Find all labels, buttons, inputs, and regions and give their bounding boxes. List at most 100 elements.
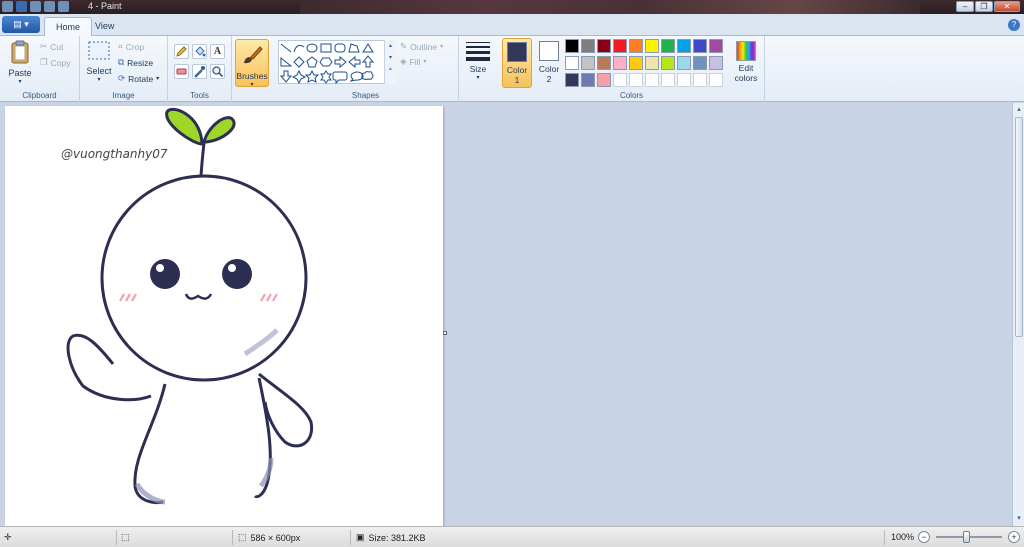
vertical-scrollbar[interactable]: ▴ ▾: [1012, 103, 1024, 526]
up-arrow-shape-icon[interactable]: [361, 55, 375, 68]
down-arrow-shape-icon[interactable]: [279, 70, 293, 83]
rounded-callout-shape-icon[interactable]: [332, 71, 348, 85]
palette-swatch[interactable]: [645, 73, 659, 87]
palette-swatch[interactable]: [565, 73, 579, 87]
diamond-shape-icon[interactable]: [293, 56, 305, 68]
crop-button[interactable]: ⌗ Crop: [118, 41, 144, 52]
palette-swatch[interactable]: [629, 39, 643, 53]
palette-swatch[interactable]: [613, 39, 627, 53]
palette-swatch[interactable]: [581, 39, 595, 53]
edit-colors-button[interactable]: Edit colors: [731, 38, 761, 88]
rectangle-shape-icon[interactable]: [320, 43, 332, 53]
four-point-star-shape-icon[interactable]: [291, 69, 307, 85]
palette-swatch[interactable]: [709, 73, 723, 87]
palette-swatch[interactable]: [613, 73, 627, 87]
minimize-button[interactable]: ‒: [956, 1, 974, 12]
canvas-workspace[interactable]: @vuongthanhy07: [0, 103, 1012, 526]
left-arrow-shape-icon[interactable]: [348, 55, 361, 69]
palette-swatch[interactable]: [597, 73, 611, 87]
scroll-up-icon[interactable]: ▴: [1015, 106, 1023, 114]
palette-swatch[interactable]: [709, 39, 723, 53]
right-triangle-shape-icon[interactable]: [280, 56, 293, 67]
color-picker-icon[interactable]: [192, 64, 207, 79]
polygon-shape-icon[interactable]: [348, 43, 360, 53]
pentagon-shape-icon[interactable]: [306, 56, 318, 68]
drawing-canvas[interactable]: @vuongthanhy07: [5, 106, 443, 526]
palette-swatch[interactable]: [661, 56, 675, 70]
five-point-star-shape-icon[interactable]: [304, 69, 320, 83]
save-icon[interactable]: [16, 1, 27, 12]
palette-swatch[interactable]: [629, 56, 643, 70]
help-icon[interactable]: ?: [1008, 19, 1020, 31]
color1-button[interactable]: Color 1: [502, 38, 532, 88]
copy-button[interactable]: ❐ Copy: [40, 57, 70, 68]
hexagon-shape-icon[interactable]: [319, 57, 333, 67]
canvas-resize-handle[interactable]: [443, 331, 447, 335]
redo-icon[interactable]: [44, 1, 55, 12]
undo-icon[interactable]: [30, 1, 41, 12]
resize-button[interactable]: ⧉ Resize: [118, 57, 153, 68]
palette-swatch[interactable]: [661, 73, 675, 87]
curve-shape-icon[interactable]: [293, 44, 305, 53]
palette-swatch[interactable]: [645, 56, 659, 70]
oval-callout-shape-icon[interactable]: [349, 71, 364, 82]
palette-swatch[interactable]: [597, 56, 611, 70]
outline-button[interactable]: ✎ Outline ▾: [400, 41, 443, 52]
fill-bucket-icon[interactable]: [192, 44, 207, 59]
zoom-in-button[interactable]: +: [1008, 531, 1020, 543]
select-button[interactable]: Select ▾: [85, 40, 113, 83]
eraser-icon[interactable]: [174, 64, 189, 79]
palette-swatch[interactable]: [565, 56, 579, 70]
palette-swatch[interactable]: [709, 56, 723, 70]
palette-swatch[interactable]: [645, 39, 659, 53]
signature-text: @vuongthanhy07: [61, 147, 168, 161]
tab-view[interactable]: View: [84, 17, 125, 36]
color2-button[interactable]: Color 2: [534, 38, 564, 88]
palette-swatch[interactable]: [677, 56, 691, 70]
palette-swatch[interactable]: [693, 39, 707, 53]
right-eye: [222, 259, 252, 289]
paint-app-icon[interactable]: [2, 1, 13, 12]
palette-swatch[interactable]: [581, 73, 595, 87]
zoom-slider-thumb[interactable]: [963, 531, 970, 543]
text-tool-icon[interactable]: A: [210, 44, 225, 59]
triangle-shape-icon[interactable]: [362, 43, 374, 53]
palette-swatch[interactable]: [597, 39, 611, 53]
restore-button[interactable]: ❐: [975, 1, 993, 12]
line-shape-icon[interactable]: [280, 43, 292, 53]
customize-quick-access-icon[interactable]: [58, 1, 69, 12]
chevron-down-icon[interactable]: ▾: [385, 52, 396, 64]
palette-swatch[interactable]: [661, 39, 675, 53]
paste-button[interactable]: Paste ▾: [6, 40, 34, 85]
palette-swatch[interactable]: [693, 56, 707, 70]
six-point-star-shape-icon[interactable]: [320, 70, 332, 84]
oval-shape-icon[interactable]: [306, 43, 318, 53]
title-bar: 4 - Paint ‒ ❐ ✕: [0, 0, 1024, 14]
right-arrow-shape-icon[interactable]: [334, 55, 347, 69]
brushes-button[interactable]: Brushes ▾: [235, 39, 269, 88]
palette-swatch[interactable]: [629, 73, 643, 87]
palette-swatch[interactable]: [677, 39, 691, 53]
rounded-rectangle-shape-icon[interactable]: [334, 43, 346, 53]
palette-swatch[interactable]: [693, 73, 707, 87]
scroll-down-icon[interactable]: ▾: [1015, 515, 1023, 523]
selection-size-icon: ⬚: [121, 532, 130, 542]
expand-gallery-icon[interactable]: ⩡: [385, 64, 396, 76]
palette-swatch[interactable]: [613, 56, 627, 70]
pencil-icon[interactable]: [174, 44, 189, 59]
scrollbar-thumb[interactable]: [1015, 117, 1023, 337]
chevron-down-icon: ▾: [18, 79, 22, 85]
shapes-gallery-scrollbar[interactable]: ▴ ▾ ⩡: [384, 40, 396, 84]
palette-swatch[interactable]: [565, 39, 579, 53]
size-button[interactable]: Size ▾: [462, 38, 494, 88]
zoom-out-button[interactable]: −: [918, 531, 930, 543]
chevron-up-icon[interactable]: ▴: [385, 40, 396, 52]
palette-swatch[interactable]: [581, 56, 595, 70]
palette-swatch[interactable]: [677, 73, 691, 87]
rotate-button[interactable]: ⟳ Rotate ▾: [118, 73, 159, 84]
fill-button[interactable]: ◈ Fill ▾: [400, 56, 426, 67]
close-button[interactable]: ✕: [994, 1, 1020, 12]
paint-menu-button[interactable]: ▤ ▾: [2, 16, 40, 33]
cut-button[interactable]: ✂ Cut: [40, 41, 63, 52]
magnifier-icon[interactable]: [210, 64, 225, 79]
